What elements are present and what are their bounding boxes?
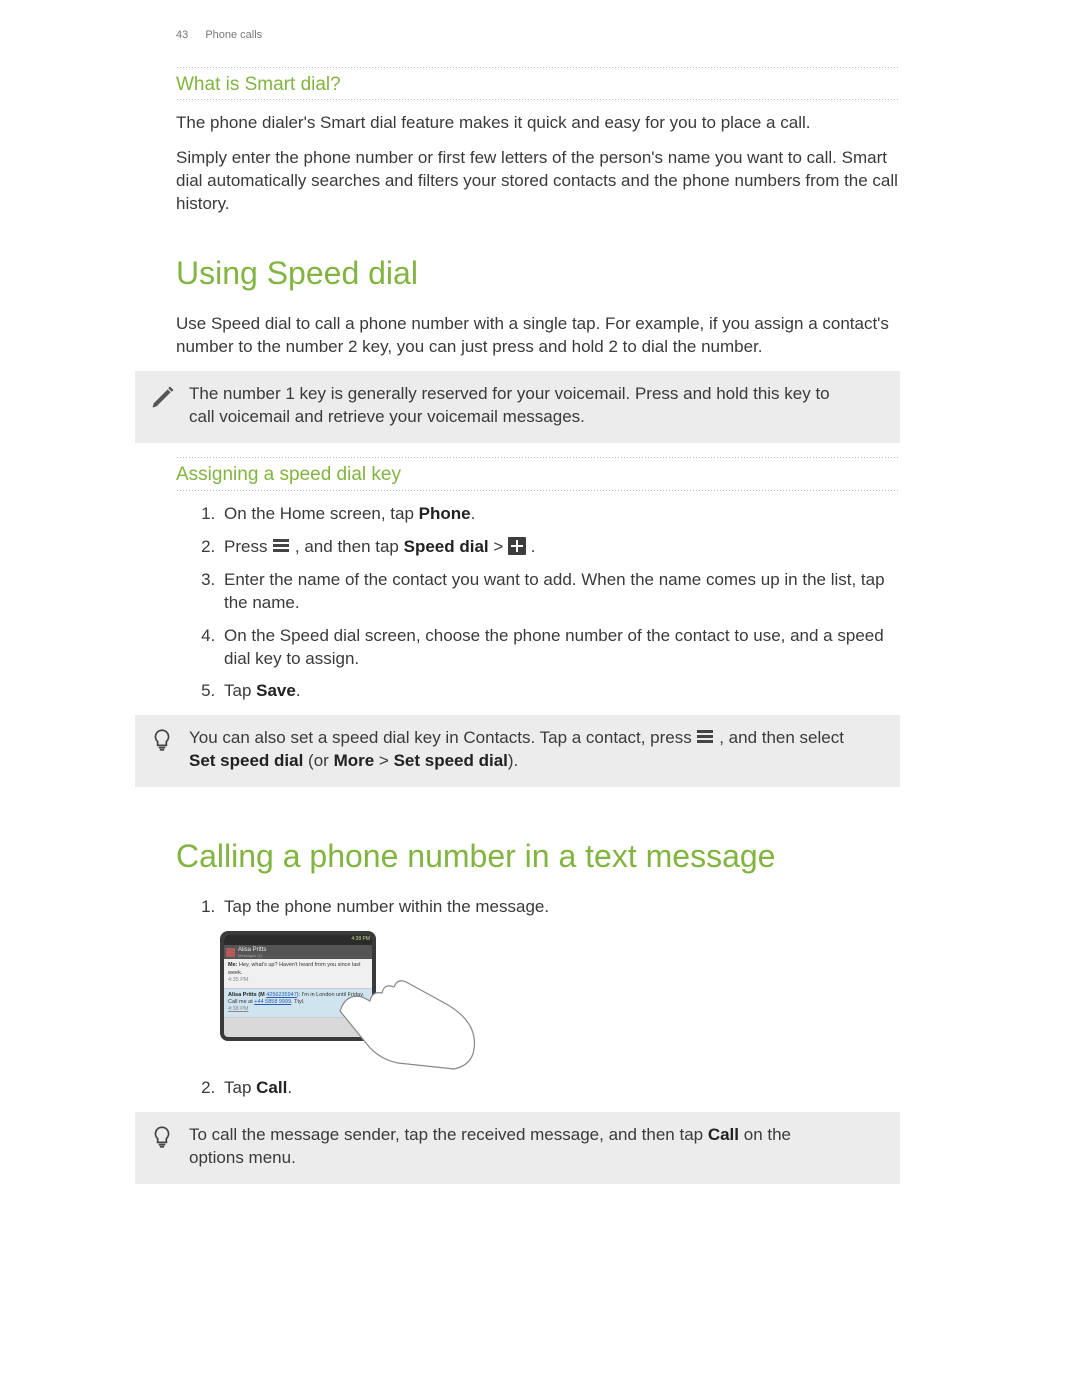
status-bar: 4:38 PM [224, 935, 372, 945]
lightbulb-icon [149, 1124, 177, 1152]
thread-subtitle: Messages (2) [238, 953, 266, 958]
page-header: 43 Phone calls [176, 28, 900, 43]
step-5: Tap Save. [220, 680, 900, 703]
step-3: Enter the name of the contact you want t… [220, 569, 900, 615]
phone-number-link: 4256235947 [266, 992, 297, 998]
text-call-steps: Tap the phone number within the message. [176, 896, 900, 919]
step-1: On the Home screen, tap Phone. [220, 503, 900, 526]
tip-text: To call the message sender, tap the rece… [189, 1125, 791, 1167]
assign-key-section: Assigning a speed dial key On the Home s… [176, 457, 900, 703]
page-number: 43 [176, 29, 188, 41]
contacts-tip: You can also set a speed dial key in Con… [135, 715, 900, 787]
thread-title-bar: Alisa Pritts Messages (2) [224, 945, 372, 959]
tip-text: You can also set a speed dial key in Con… [189, 728, 844, 770]
voicemail-note: The number 1 key is generally reserved f… [135, 371, 900, 443]
speed-dial-heading: Using Speed dial [176, 252, 900, 295]
divider [176, 490, 900, 491]
call-sender-tip: To call the message sender, tap the rece… [135, 1112, 900, 1184]
plus-icon [508, 537, 526, 555]
speed-dial-section: Using Speed dial Use Speed dial to call … [176, 252, 900, 359]
call-bold: Call [256, 1078, 287, 1097]
step-4: On the Speed dial screen, choose the pho… [220, 625, 900, 671]
document-page: 43 Phone calls What is Smart dial? The p… [0, 0, 1080, 1238]
message-illustration: 4:38 PM Alisa Pritts Messages (2) Me: He… [220, 931, 480, 1065]
smart-dial-section: What is Smart dial? The phone dialer's S… [176, 67, 900, 216]
step-1: Tap the phone number within the message. [220, 896, 900, 919]
phone-bold: Phone [419, 504, 471, 523]
assign-steps: On the Home screen, tap Phone. Press , a… [176, 503, 900, 704]
hand-pointer-icon [330, 971, 480, 1071]
assign-heading: Assigning a speed dial key [176, 458, 900, 490]
step-2: Tap Call. [220, 1077, 900, 1100]
avatar-icon [226, 948, 235, 957]
pencil-icon [149, 383, 177, 411]
step-2: Press , and then tap Speed dial > . [220, 536, 900, 559]
note-text: The number 1 key is generally reserved f… [189, 384, 830, 426]
menu-icon [696, 728, 714, 746]
text-call-steps-cont: Tap Call. [176, 1077, 900, 1100]
save-bold: Save [256, 681, 296, 700]
body-text: Simply enter the phone number or first f… [176, 147, 900, 216]
lightbulb-icon [149, 727, 177, 755]
menu-icon [272, 537, 290, 555]
section-name: Phone calls [205, 29, 262, 41]
contact-name: Alisa Pritts [238, 947, 266, 953]
smart-dial-heading: What is Smart dial? [176, 68, 900, 100]
body-text: Use Speed dial to call a phone number wi… [176, 313, 900, 359]
divider [176, 99, 900, 100]
speed-dial-bold: Speed dial [404, 537, 489, 556]
text-call-section: Calling a phone number in a text message… [176, 835, 900, 1100]
body-text: The phone dialer's Smart dial feature ma… [176, 112, 900, 135]
text-call-heading: Calling a phone number in a text message [176, 835, 900, 878]
phone-number-link: +44 5858 9999 [254, 999, 291, 1005]
